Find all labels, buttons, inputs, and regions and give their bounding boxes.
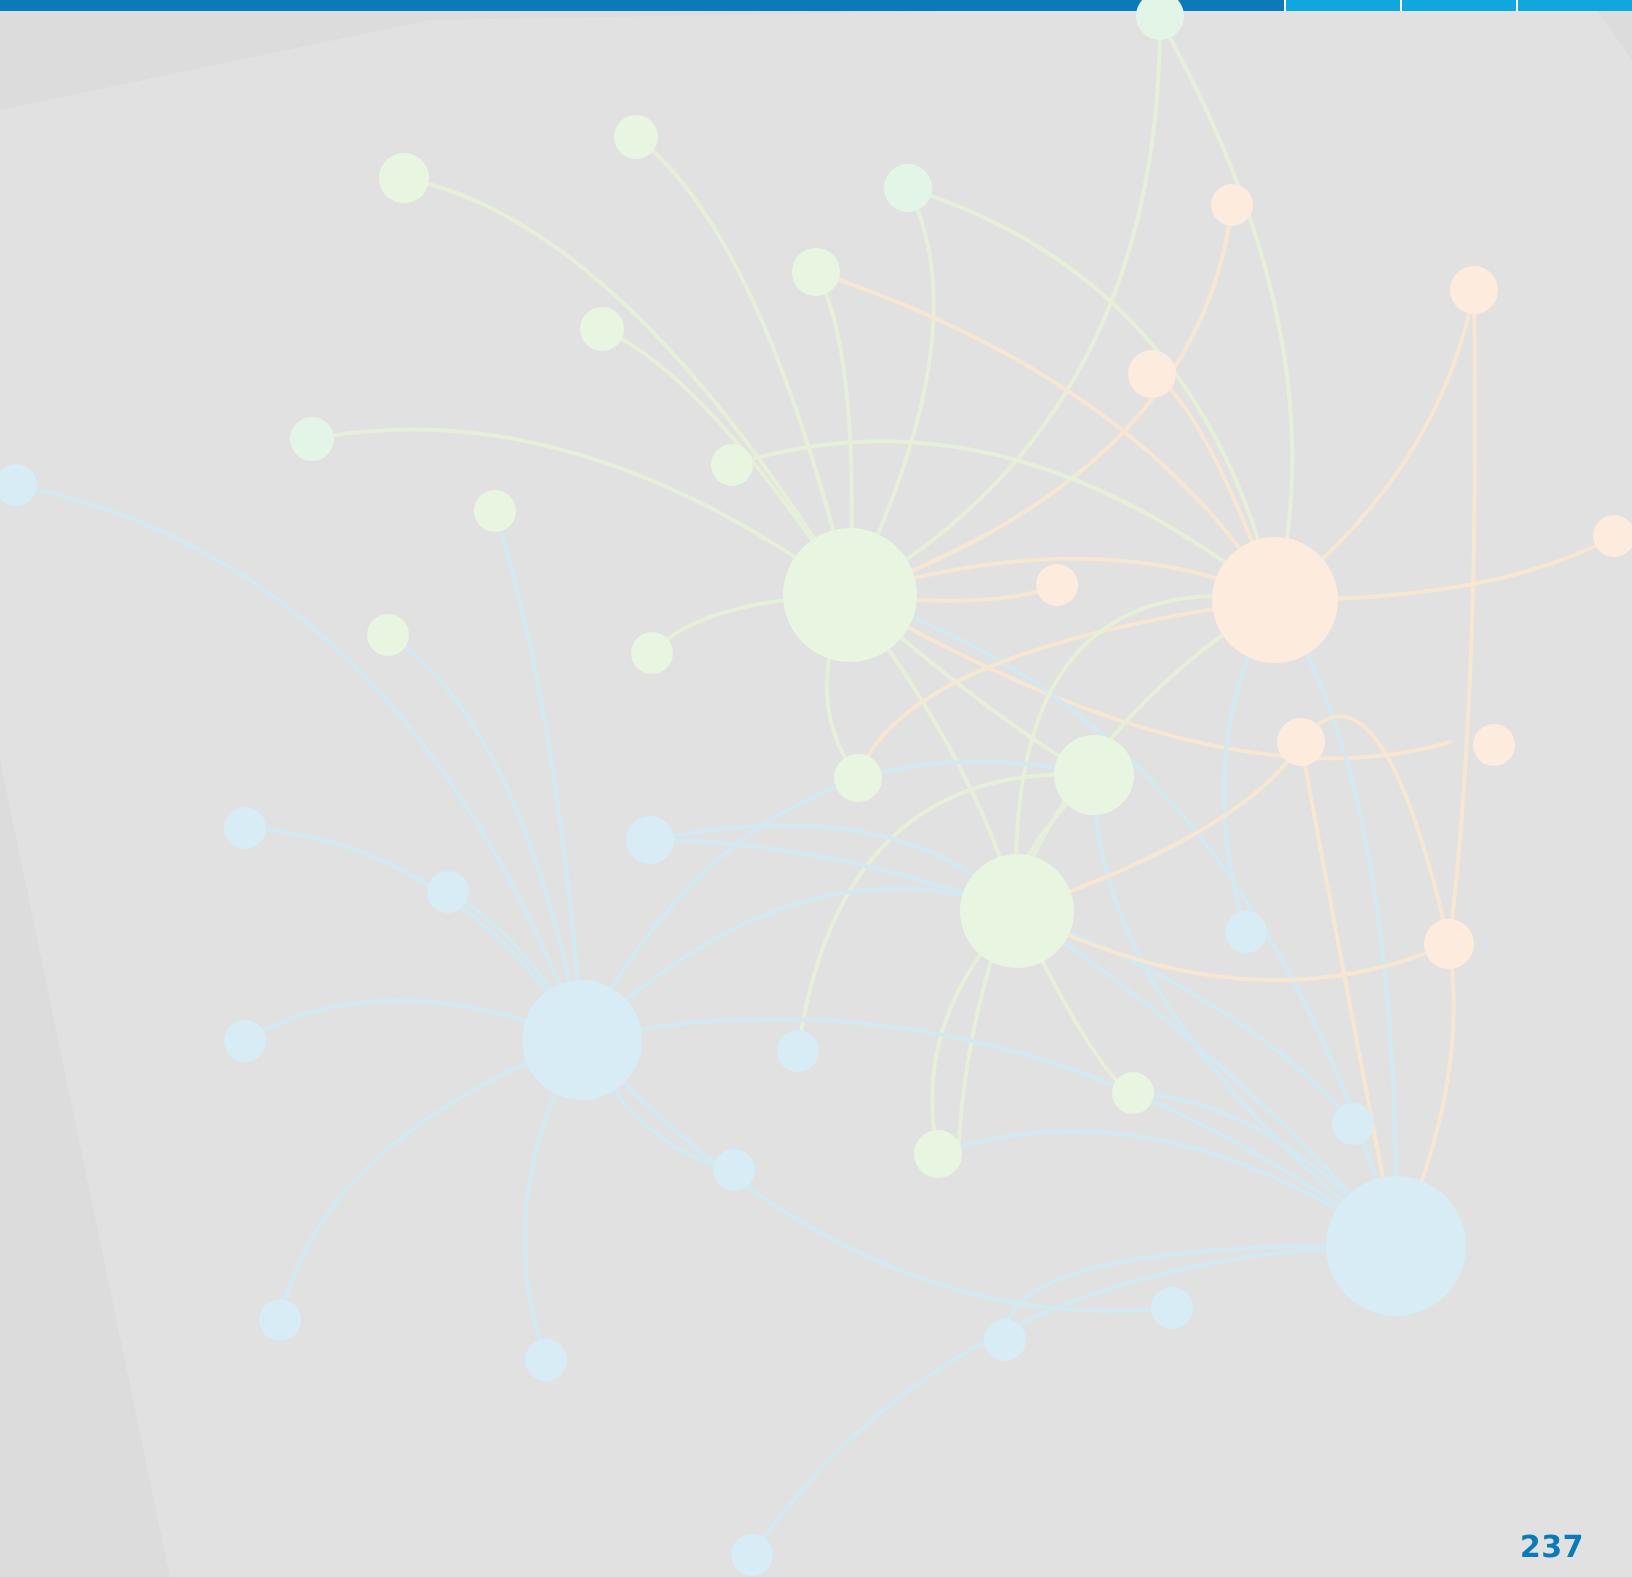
- graph-node: [1211, 184, 1253, 226]
- graph-node: [984, 1319, 1026, 1361]
- network-graph-illustration: [0, 0, 1632, 1576]
- graph-node: [960, 854, 1074, 968]
- graph-edge: [493, 509, 584, 1042]
- graph-node: [1277, 718, 1325, 766]
- graph-edge: [580, 886, 1019, 1042]
- graph-node: [777, 1030, 819, 1072]
- graph-nodes: [0, 0, 1632, 1576]
- graph-node: [1136, 0, 1184, 40]
- graph-edge: [750, 1244, 1398, 1557]
- graph-edge: [848, 18, 1162, 597]
- graph-node: [1112, 1072, 1154, 1114]
- graph-node: [626, 816, 674, 864]
- graph-node-hub: [522, 980, 642, 1100]
- graph-node: [379, 153, 429, 203]
- graph-edge: [1158, 18, 1295, 602]
- graph-node: [0, 464, 37, 506]
- graph-node: [367, 614, 409, 656]
- graph-node: [259, 1299, 301, 1341]
- graph-node: [884, 164, 932, 212]
- document-page: 237: [0, 0, 1632, 1577]
- graph-node: [834, 754, 882, 802]
- graph-node: [1424, 919, 1474, 969]
- graph-node: [1473, 724, 1515, 766]
- graph-edge: [14, 483, 584, 1042]
- graph-node: [711, 444, 753, 486]
- graph-node: [1225, 911, 1267, 953]
- graph-edge: [278, 1038, 584, 1322]
- graph-node: [914, 1130, 962, 1178]
- graph-node: [1450, 266, 1498, 314]
- graph-node: [713, 1149, 755, 1191]
- graph-node: [792, 248, 840, 296]
- graph-node: [1054, 735, 1134, 815]
- graph-edge: [848, 203, 1234, 597]
- graph-node: [580, 307, 624, 351]
- graph-node: [474, 490, 516, 532]
- graph-node: [525, 1339, 567, 1381]
- graph-node: [427, 871, 469, 913]
- graph-node: [1151, 1287, 1193, 1329]
- graph-node: [1036, 564, 1078, 606]
- graph-node: [1128, 350, 1176, 398]
- graph-edge: [1447, 288, 1477, 946]
- page-number: 237: [1519, 1530, 1584, 1565]
- graph-node-hub: [1212, 537, 1338, 663]
- graph-node: [614, 115, 658, 159]
- graph-node: [290, 417, 334, 461]
- graph-edge: [906, 186, 1277, 602]
- graph-node: [224, 807, 266, 849]
- graph-node: [631, 632, 673, 674]
- graph-node-hub: [783, 528, 917, 662]
- graph-node-hub: [1326, 1176, 1466, 1316]
- graph-node: [1332, 1103, 1374, 1145]
- graph-edge: [1299, 740, 1398, 1248]
- graph-edge: [402, 176, 852, 597]
- graph-node: [731, 1534, 773, 1576]
- graph-node: [1593, 515, 1632, 557]
- graph-edge: [580, 1017, 1398, 1248]
- graph-node: [224, 1020, 266, 1062]
